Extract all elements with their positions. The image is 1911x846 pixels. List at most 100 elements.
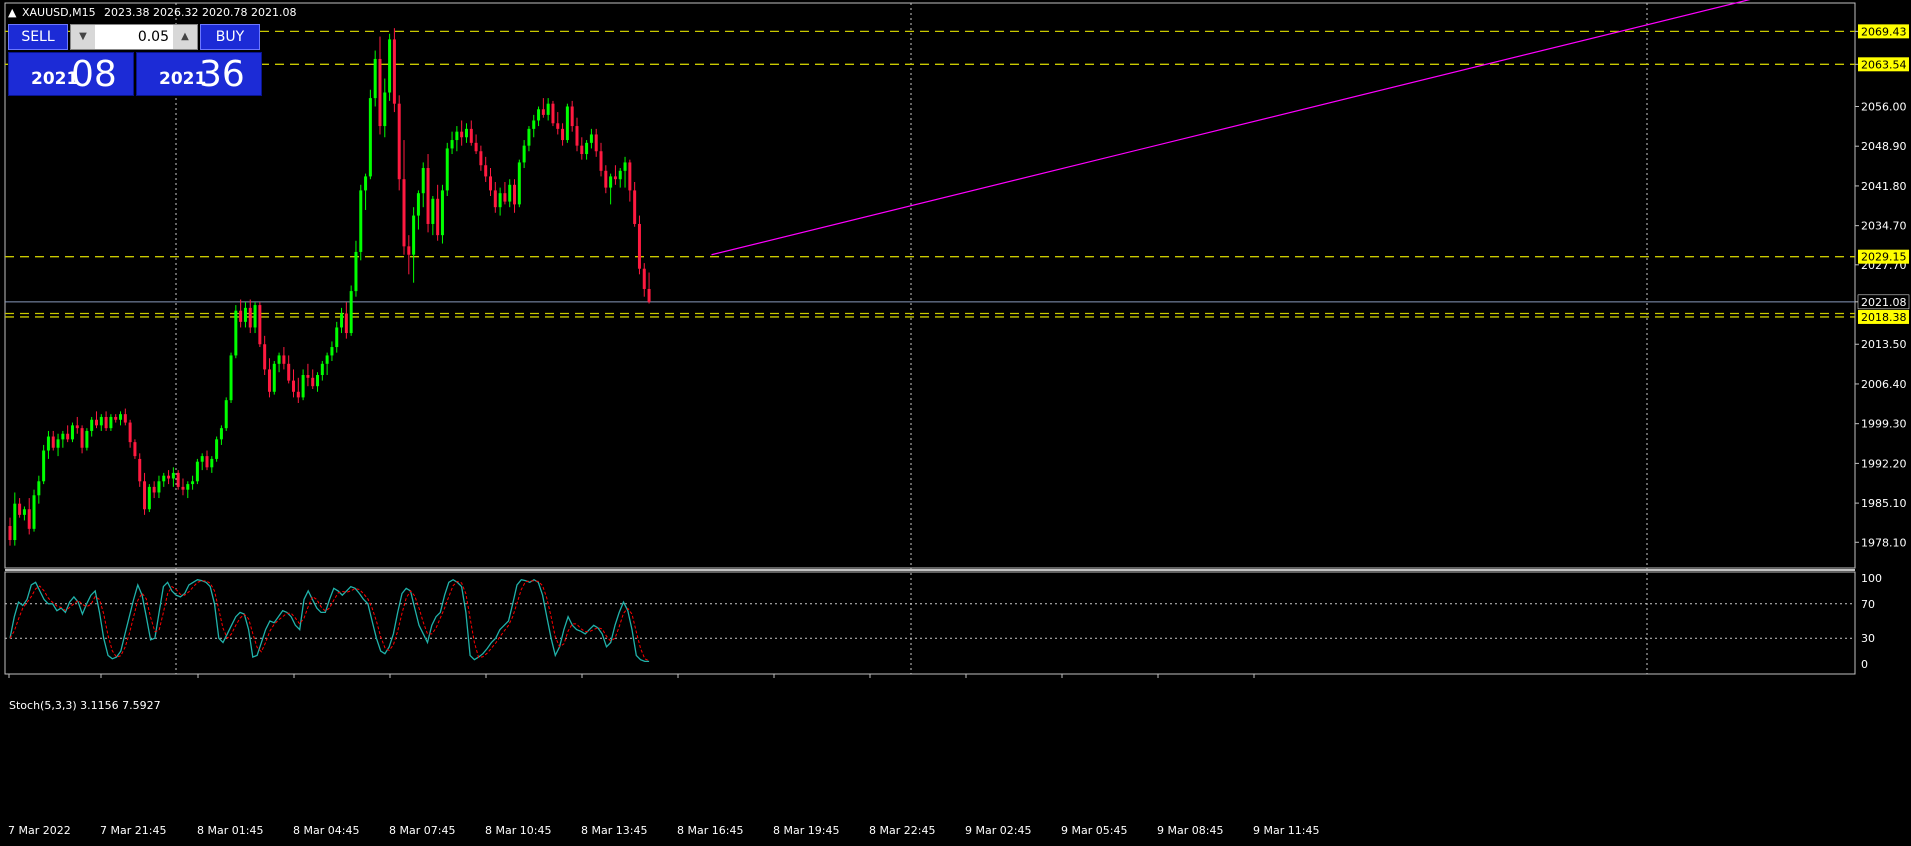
price-level-tag-label: 2069.43 — [1861, 25, 1907, 38]
time-tick-label: 9 Mar 02:45 — [965, 824, 1031, 837]
indicator-label: Stoch(5,3,3) 3.1156 7.5927 — [9, 699, 161, 712]
candle-body — [66, 433, 70, 440]
candle-body — [99, 416, 103, 426]
candle-body — [22, 509, 26, 515]
candle-body — [152, 486, 156, 493]
candle-body — [109, 416, 113, 429]
candle-body — [147, 486, 151, 510]
lot-decrease-icon[interactable]: ▼ — [71, 25, 95, 49]
time-tick-label: 9 Mar 11:45 — [1253, 824, 1319, 837]
indicator-panel-frame — [4, 571, 1856, 675]
candle-body — [311, 377, 315, 387]
candle-body — [277, 355, 281, 364]
candle-body — [565, 106, 569, 141]
candle-body — [421, 168, 425, 194]
buy-price-box[interactable]: 2021 36 — [136, 52, 262, 96]
candle-body — [623, 162, 627, 171]
candle-body — [647, 288, 651, 302]
candle-body — [460, 131, 464, 138]
candle-body — [402, 179, 406, 247]
candle-body — [272, 363, 276, 392]
candle-body — [330, 347, 334, 356]
candle-body — [455, 131, 459, 141]
time-tick-label: 8 Mar 13:45 — [581, 824, 647, 837]
candle-body — [239, 310, 243, 322]
candle-body — [70, 425, 74, 440]
candle-body — [18, 503, 22, 515]
symbol-triangle-icon: ▲ — [8, 6, 17, 19]
time-tick-label: 8 Mar 22:45 — [869, 824, 935, 837]
candle-body — [431, 198, 435, 224]
time-tick-label: 8 Mar 04:45 — [293, 824, 359, 837]
sell-price-box[interactable]: 2021 08 — [8, 52, 134, 96]
candle-body — [633, 190, 637, 224]
candle-body — [27, 509, 31, 529]
candle-body — [325, 355, 329, 364]
candle-body — [234, 310, 238, 356]
candle-body — [517, 162, 521, 205]
candle-body — [344, 313, 348, 334]
candle-body — [119, 414, 123, 420]
candle-body — [561, 128, 565, 141]
candle-body — [306, 375, 310, 378]
candle-body — [570, 106, 574, 127]
price-level-tag-label: 2063.54 — [1861, 58, 1907, 71]
time-tick-label: 8 Mar 07:45 — [389, 824, 455, 837]
candle-body — [445, 148, 449, 191]
stoch-main-line — [9, 578, 650, 663]
trendline[interactable] — [711, 0, 1855, 256]
lot-increase-icon[interactable]: ▲ — [173, 25, 197, 49]
buy-price-big: 36 — [199, 54, 245, 95]
sell-price-big: 08 — [71, 54, 117, 95]
price-tick-label: 2048.90 — [1861, 140, 1907, 153]
candle-body — [397, 103, 401, 180]
candle-body — [75, 425, 79, 429]
candle-body — [604, 170, 608, 188]
candle-body — [373, 58, 377, 99]
candle-body — [219, 428, 223, 440]
candle-body — [594, 134, 598, 152]
candle-body — [585, 142, 589, 155]
candle-body — [171, 472, 175, 479]
candle-body — [522, 145, 526, 163]
sell-button[interactable]: SELL — [8, 24, 68, 50]
candle-body — [546, 103, 550, 115]
stoch-level-label: 70 — [1861, 598, 1875, 611]
candle-body — [340, 313, 344, 328]
stoch-level-label: 30 — [1861, 632, 1875, 645]
candle-body — [167, 475, 171, 479]
candle-body — [229, 355, 233, 401]
candle-body — [94, 419, 98, 426]
candle-body — [13, 503, 17, 541]
lot-size-input[interactable] — [97, 27, 169, 47]
candle-body — [508, 184, 512, 202]
symbol-label: XAUUSD,M15 — [22, 6, 96, 19]
candle-body — [527, 128, 531, 146]
candle-body — [195, 461, 199, 482]
candle-body — [551, 103, 555, 124]
candle-body — [123, 414, 127, 423]
candle-body — [642, 268, 646, 289]
candle-body — [56, 439, 60, 448]
time-axis: 7 Mar 2022 7 Mar 21:45 8 Mar 01:45 8 Mar 04… — [8, 674, 1319, 837]
candle-body — [80, 428, 84, 448]
candle-body — [493, 190, 497, 208]
candle-body — [157, 481, 161, 493]
candle-body — [532, 120, 536, 129]
candle-body — [301, 375, 305, 398]
price-level-tag-label: 2018.38 — [1861, 311, 1907, 324]
time-tick-label: 8 Mar 16:45 — [677, 824, 743, 837]
candle-body — [46, 436, 50, 451]
candle-body — [186, 484, 190, 490]
candle-body — [85, 430, 89, 448]
time-tick-label: 8 Mar 19:45 — [773, 824, 839, 837]
candle-body — [133, 442, 137, 457]
candle-body — [335, 327, 339, 348]
candle-body — [37, 481, 41, 496]
candle-body — [282, 355, 286, 364]
buy-button[interactable]: BUY — [200, 24, 260, 50]
price-chart[interactable]: 2069.43 2063.54 2056.00 2048.90 2041.80 2034.… — [0, 0, 1911, 846]
candle-body — [440, 190, 444, 236]
candle-body — [498, 193, 502, 208]
price-tick-label: 1999.30 — [1861, 418, 1907, 431]
